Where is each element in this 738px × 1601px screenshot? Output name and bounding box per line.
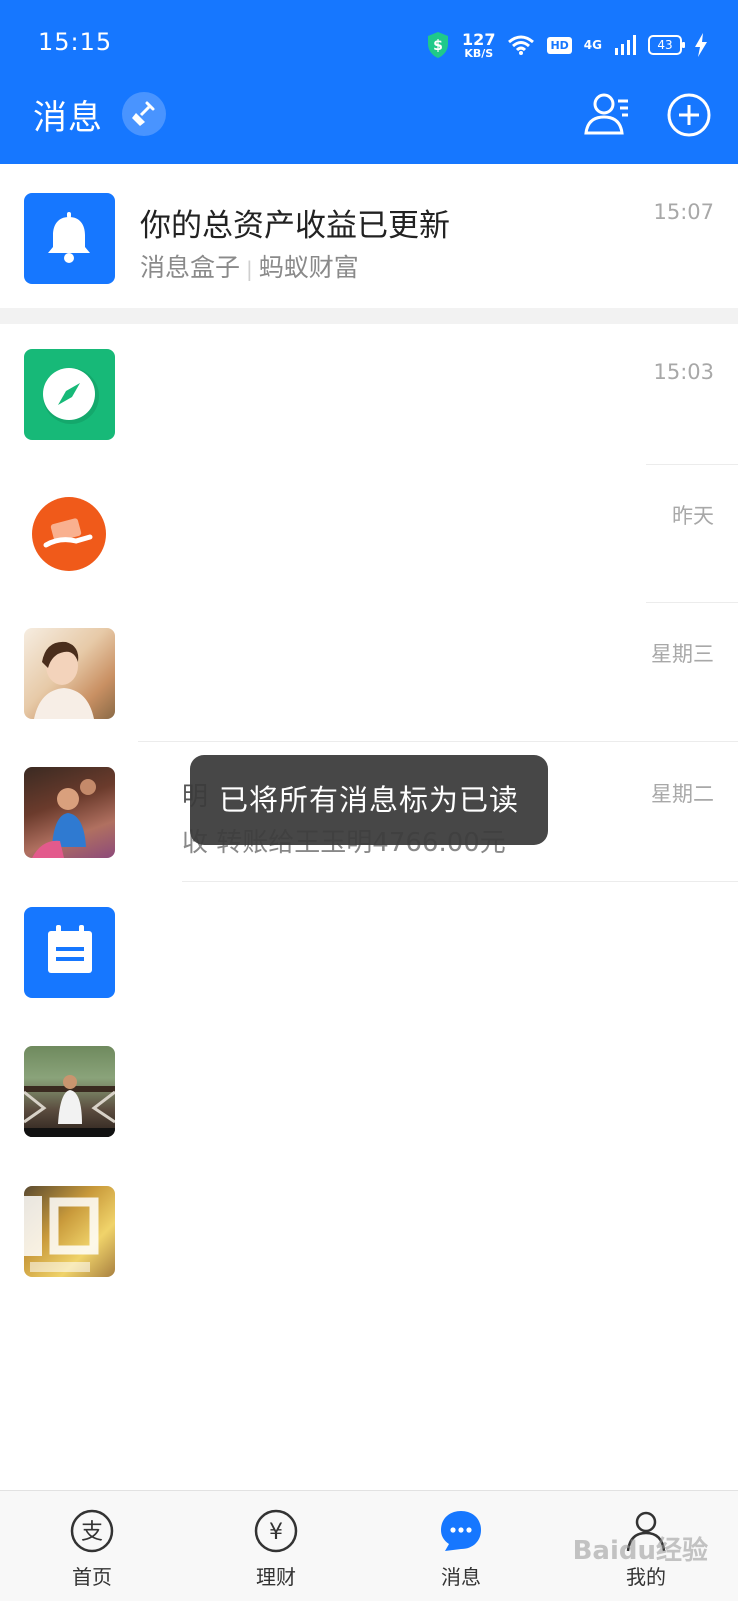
signal-label: 4G bbox=[583, 38, 602, 52]
tab-label: 首页 bbox=[72, 1565, 112, 1589]
svg-text:支: 支 bbox=[81, 1520, 103, 1545]
divider bbox=[138, 741, 738, 742]
transfer-icon bbox=[32, 497, 106, 571]
pinned-subsource: 蚂蚁财富 bbox=[258, 253, 359, 282]
conversation-time: 15:03 bbox=[653, 360, 714, 384]
tab-label: 消息 bbox=[441, 1565, 481, 1589]
family-photo-icon bbox=[32, 779, 96, 858]
bell-avatar bbox=[24, 193, 115, 284]
hd-badge: HD bbox=[547, 36, 572, 54]
photo-avatar bbox=[24, 1046, 115, 1137]
person-photo-icon bbox=[34, 641, 94, 719]
toast-message: 已将所有消息标为已读 bbox=[190, 755, 548, 845]
status-time: 15:15 bbox=[38, 28, 113, 56]
pinned-title: 你的总资产收益已更新 bbox=[140, 208, 450, 244]
separator: | bbox=[246, 257, 253, 281]
add-icon[interactable] bbox=[666, 92, 712, 138]
page-title: 消息 bbox=[33, 98, 103, 138]
poster-photo-icon bbox=[24, 1196, 99, 1272]
broom-icon bbox=[132, 101, 155, 126]
svg-text:$: $ bbox=[433, 38, 443, 54]
notepad-avatar bbox=[24, 907, 115, 998]
photo-avatar bbox=[24, 1186, 115, 1277]
shield-icon: $ bbox=[428, 32, 449, 58]
battery-indicator: 43 bbox=[648, 35, 685, 55]
pinned-source: 消息盒子 bbox=[140, 253, 241, 282]
photo-avatar bbox=[24, 628, 115, 719]
chat-icon bbox=[441, 1511, 481, 1551]
contacts-icon[interactable] bbox=[582, 91, 632, 137]
photo-avatar bbox=[24, 767, 115, 858]
man-photo-icon bbox=[24, 1075, 115, 1137]
yuan-icon: ¥ bbox=[254, 1509, 298, 1553]
divider bbox=[646, 464, 738, 465]
pinned-subtitle: 消息盒子 | 蚂蚁财富 bbox=[140, 248, 359, 284]
charging-icon bbox=[695, 33, 707, 57]
compass-icon bbox=[43, 368, 99, 424]
conversation-time: 星期二 bbox=[651, 782, 714, 806]
pinned-message[interactable]: 你的总资产收益已更新 消息盒子 | 蚂蚁财富 15:07 bbox=[0, 164, 738, 308]
clean-button[interactable] bbox=[122, 92, 166, 136]
status-icons: $ 127 KB/S HD 4G 43 bbox=[426, 30, 708, 60]
tab-label: 理财 bbox=[256, 1565, 296, 1589]
wifi-icon bbox=[508, 35, 535, 55]
section-gap bbox=[0, 308, 738, 324]
bell-icon bbox=[48, 212, 90, 263]
network-speed: 127 KB/S bbox=[462, 29, 496, 60]
signal-icon bbox=[615, 35, 636, 55]
compass-avatar bbox=[24, 349, 115, 440]
tab-home[interactable]: 支 首页 bbox=[17, 1491, 167, 1601]
top-bar: 15:15 $ 127 KB/S HD 4G 43 消息 bbox=[0, 0, 738, 164]
pinned-time: 15:07 bbox=[653, 200, 714, 224]
divider bbox=[182, 881, 738, 882]
conversation-time: 昨天 bbox=[672, 504, 714, 528]
divider bbox=[646, 602, 738, 603]
svg-text:¥: ¥ bbox=[269, 1520, 283, 1545]
transfer-avatar bbox=[24, 489, 115, 580]
tab-messages[interactable]: 消息 bbox=[386, 1491, 536, 1601]
alipay-icon: 支 bbox=[70, 1509, 114, 1553]
conversation-time: 星期三 bbox=[651, 642, 714, 666]
watermark: Baidu经验 bbox=[572, 1536, 708, 1566]
notepad-icon bbox=[48, 925, 92, 973]
tab-wealth[interactable]: ¥ 理财 bbox=[201, 1491, 351, 1601]
